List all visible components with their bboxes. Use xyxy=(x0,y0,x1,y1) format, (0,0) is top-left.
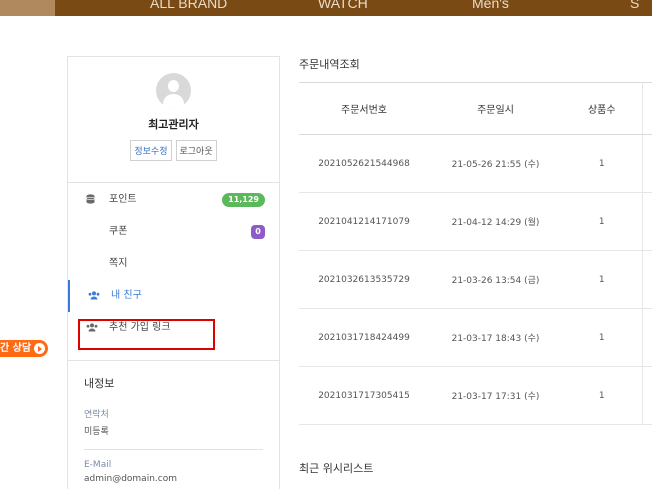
table-row[interactable]: 2021052621544968 21-05-26 21:55 (수) 1 xyxy=(299,134,652,193)
avatar-head xyxy=(168,80,179,92)
my-info-title: 내정보 xyxy=(84,377,115,390)
order-quantity: 1 xyxy=(562,192,643,251)
users-icon xyxy=(88,280,100,312)
order-quantity: 1 xyxy=(562,366,643,425)
order-number[interactable]: 2021031717305415 xyxy=(299,366,429,425)
order-number[interactable]: 2021052621544968 xyxy=(299,134,429,193)
order-date: 21-03-17 18:43 (수) xyxy=(429,308,562,367)
consult-badge[interactable]: 간 상담 xyxy=(0,340,48,357)
nav-item-watch[interactable]: WATCH xyxy=(318,0,368,11)
profile-card: 최고관리자 정보수정 로그아웃 xyxy=(68,57,279,183)
menu-label-message: 쪽지 xyxy=(109,258,128,269)
edit-profile-button[interactable]: 정보수정 xyxy=(130,140,172,161)
mypage-sidebar: 최고관리자 정보수정 로그아웃 포인트 11,129 쿠폰 0 쪽지 내 친구 … xyxy=(67,56,280,489)
menu-label-my-friends: 내 친구 xyxy=(111,290,142,301)
table-row[interactable]: 2021031717305415 21-03-17 17:31 (수) 1 xyxy=(299,366,652,425)
menu-item-point[interactable]: 포인트 11,129 xyxy=(68,184,279,216)
contact-label: 연락처 xyxy=(84,410,109,420)
play-arrow-icon xyxy=(34,343,45,354)
menu-item-my-friends[interactable]: 내 친구 xyxy=(68,280,279,312)
col-order-number: 주문서번호 xyxy=(299,82,429,135)
order-date: 21-03-17 17:31 (수) xyxy=(429,366,562,425)
orders-table: 주문서번호 주문일시 상품수 2021052621544968 21-05-26… xyxy=(299,82,652,425)
nav-item-mens[interactable]: Men's xyxy=(472,0,509,11)
table-row[interactable]: 2021032613535729 21-03-26 13:54 (금) 1 xyxy=(299,250,652,309)
email-label: E-Mail xyxy=(84,460,112,470)
menu-item-coupon[interactable]: 쿠폰 0 xyxy=(68,216,279,248)
order-date: 21-04-12 14:29 (월) xyxy=(429,192,562,251)
order-number[interactable]: 2021041214171079 xyxy=(299,192,429,251)
consult-badge-label: 간 상담 xyxy=(0,343,32,354)
order-quantity: 1 xyxy=(562,250,643,309)
order-quantity: 1 xyxy=(562,134,643,193)
order-extra xyxy=(642,308,652,367)
order-number[interactable]: 2021031718424499 xyxy=(299,308,429,367)
highlight-box xyxy=(78,319,215,350)
nav-item-s[interactable]: S xyxy=(630,0,639,11)
point-badge: 11,129 xyxy=(222,193,265,207)
nav-item-all-brand[interactable]: ALL BRAND xyxy=(150,0,227,11)
orders-title: 주문내역조회 xyxy=(299,58,360,71)
order-number[interactable]: 2021032613535729 xyxy=(299,250,429,309)
order-date: 21-03-26 13:54 (금) xyxy=(429,250,562,309)
username: 최고관리자 xyxy=(148,118,199,131)
menu-label-point: 포인트 xyxy=(109,194,137,205)
avatar-body xyxy=(163,94,184,108)
order-extra xyxy=(642,366,652,425)
mypage-menu: 포인트 11,129 쿠폰 0 쪽지 내 친구 추천 가입 링크 xyxy=(68,184,279,350)
order-extra xyxy=(642,134,652,193)
info-divider xyxy=(84,449,263,450)
col-quantity: 상품수 xyxy=(562,82,643,135)
coupon-badge: 0 xyxy=(251,225,265,239)
top-nav: ALL BRAND WATCH Men's S xyxy=(0,0,652,16)
logout-button[interactable]: 로그아웃 xyxy=(175,140,217,161)
menu-item-message[interactable]: 쪽지 xyxy=(68,248,279,280)
order-extra xyxy=(642,250,652,309)
table-row[interactable]: 2021041214171079 21-04-12 14:29 (월) 1 xyxy=(299,192,652,251)
contact-value: 미등록 xyxy=(84,427,109,437)
wishlist-title: 최근 위시리스트 xyxy=(299,462,374,475)
table-row[interactable]: 2021031718424499 21-03-17 18:43 (수) 1 xyxy=(299,308,652,367)
order-quantity: 1 xyxy=(562,308,643,367)
nav-left-strip xyxy=(0,0,55,16)
profile-buttons: 정보수정 로그아웃 xyxy=(68,140,279,161)
table-header-row: 주문서번호 주문일시 상품수 xyxy=(299,82,652,135)
database-icon xyxy=(86,184,95,216)
order-date: 21-05-26 21:55 (수) xyxy=(429,134,562,193)
my-info: 내정보 연락처 미등록 E-Mail admin@domain.com xyxy=(68,360,279,484)
order-extra xyxy=(642,192,652,251)
email-value: admin@domain.com xyxy=(84,474,177,484)
menu-label-coupon: 쿠폰 xyxy=(109,226,128,237)
avatar xyxy=(156,73,191,108)
col-more xyxy=(642,82,652,135)
col-order-date: 주문일시 xyxy=(429,82,562,135)
